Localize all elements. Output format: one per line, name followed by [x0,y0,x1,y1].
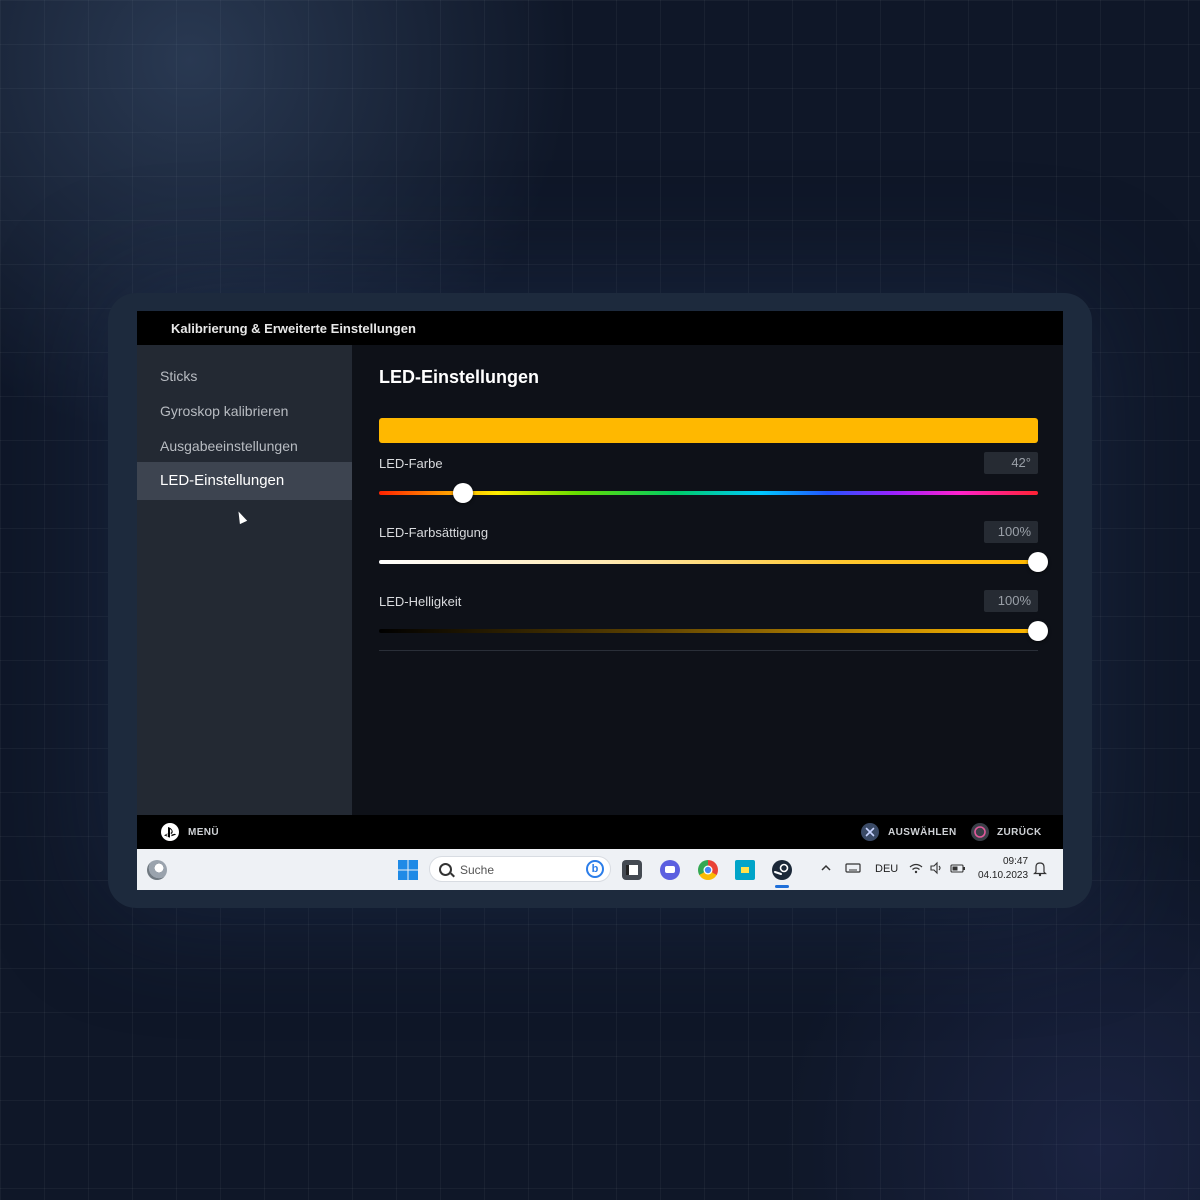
notification-bell-icon[interactable] [1033,861,1047,877]
led-brightness-value[interactable]: 100% [984,590,1038,612]
led-saturation-label: LED-Farbsättigung [379,525,489,540]
window-title: Kalibrierung & Erweiterte Einstellungen [171,321,416,336]
circle-button-icon[interactable] [971,823,989,841]
sidebar-item-output-settings[interactable]: Ausgabeeinstellungen [137,427,352,465]
steam-icon[interactable] [772,860,792,880]
screen: Kalibrierung & Erweiterte Einstellungen … [137,311,1063,890]
windows-taskbar: Suche b DEU 09:47 04.10.2023 [137,849,1063,890]
search-input[interactable]: Suche [460,863,494,877]
sidebar-item-sticks[interactable]: Sticks [137,357,352,395]
active-app-indicator [775,885,789,888]
led-color-slider-track[interactable] [379,491,1038,495]
chat-icon[interactable] [660,860,680,880]
led-brightness-slider-handle[interactable] [1028,621,1048,641]
page-title: LED-Einstellungen [379,367,540,387]
sidebar: Sticks Gyroskop kalibrieren Ausgabeeinst… [137,345,352,815]
select-label: AUSWÄHLEN [888,827,957,838]
language-indicator[interactable]: DEU [875,863,898,875]
controller-hint-bar: MENÜ AUSWÄHLEN ZURÜCK [137,815,1063,849]
keyboard-icon[interactable] [845,861,861,875]
battery-icon[interactable] [950,861,966,875]
mouse-cursor-icon [234,509,248,525]
task-view-icon[interactable] [622,860,642,880]
divider [379,650,1038,651]
chevron-up-icon[interactable] [819,861,833,875]
taskbar-search[interactable]: Suche b [429,856,611,882]
wifi-icon[interactable] [909,861,923,875]
main-content: LED-Einstellungen LED-Farbe 42° LED-Farb… [352,345,1063,815]
sidebar-item-gyroscope[interactable]: Gyroskop kalibrieren [137,392,352,430]
cross-button-icon[interactable] [861,823,879,841]
volume-icon[interactable] [929,861,943,875]
windows-start-icon[interactable] [397,859,419,881]
clock-date[interactable]: 04.10.2023 [978,870,1028,881]
app-icon[interactable] [735,860,755,880]
sidebar-item-label: Ausgabeeinstellungen [160,438,298,454]
led-saturation-value[interactable]: 100% [984,521,1038,543]
led-color-value[interactable]: 42° [984,452,1038,474]
playstation-icon[interactable] [161,823,179,841]
led-saturation-slider-handle[interactable] [1028,552,1048,572]
sidebar-item-led-settings[interactable]: LED-Einstellungen [137,462,352,500]
clock-time[interactable]: 09:47 [1003,856,1028,867]
led-saturation-slider-track[interactable] [379,560,1038,564]
bing-icon[interactable]: b [586,860,604,878]
title-bar: Kalibrierung & Erweiterte Einstellungen [137,311,1063,345]
widgets-icon[interactable] [147,860,167,880]
sidebar-item-label: Sticks [160,368,198,384]
chrome-icon[interactable] [698,860,718,880]
menu-label: MENÜ [188,827,220,838]
led-color-slider-handle[interactable] [453,483,474,503]
sidebar-item-label: Gyroskop kalibrieren [160,403,289,419]
led-color-preview [379,418,1038,443]
back-label: ZURÜCK [997,827,1042,838]
led-brightness-label: LED-Helligkeit [379,594,462,609]
sidebar-item-label: LED-Einstellungen [160,472,285,489]
led-brightness-slider-track[interactable] [379,629,1038,633]
led-color-label: LED-Farbe [379,456,443,471]
search-icon [439,863,452,876]
